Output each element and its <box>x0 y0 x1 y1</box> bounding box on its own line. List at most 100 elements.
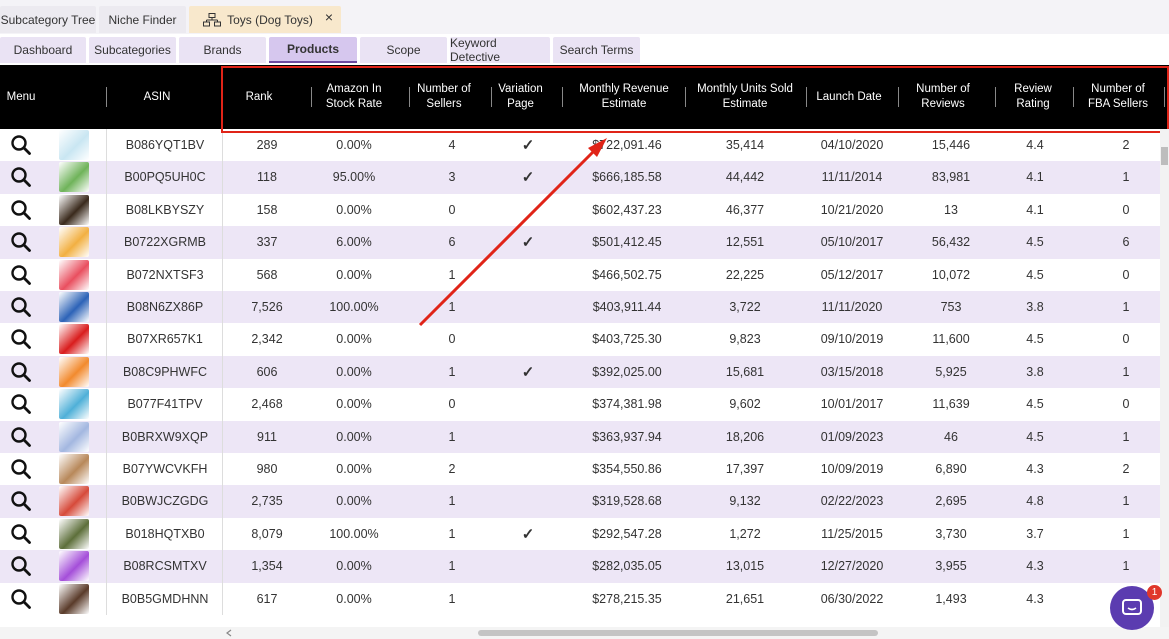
search-icon[interactable] <box>0 323 42 355</box>
product-thumbnail[interactable] <box>52 518 96 550</box>
product-image[interactable] <box>59 421 89 452</box>
scrollbar-thumb[interactable] <box>1161 147 1168 165</box>
check-icon: ✓ <box>521 234 535 252</box>
search-icon[interactable] <box>0 194 42 226</box>
search-icon[interactable] <box>0 291 42 323</box>
nav-tab-brands[interactable]: Brands <box>179 37 266 63</box>
nav-tab-search-terms[interactable]: Search Terms <box>553 37 640 63</box>
column-header-asin[interactable]: ASIN <box>108 65 206 129</box>
nav-tab-scope[interactable]: Scope <box>360 37 447 63</box>
stock-rate-cell: 100.00% <box>329 526 379 541</box>
search-icon[interactable] <box>0 161 42 193</box>
table-row[interactable]: B0722XGRMB 337 6.00% 6 ✓ $501,412.45 12,551 05/… <box>0 226 1160 259</box>
tab-subcategory-tree[interactable]: Subcategory Tree <box>0 6 96 33</box>
search-icon[interactable] <box>0 550 42 582</box>
product-thumbnail[interactable] <box>52 259 96 291</box>
stock-rate-cell: 0.00% <box>336 494 372 509</box>
table-row[interactable]: B07XR657K1 2,342 0.00% 0 $403,725.30 9,823 09/… <box>0 323 1160 356</box>
column-header-units[interactable]: Monthly Units Sold Estimate <box>690 65 800 129</box>
product-thumbnail[interactable] <box>52 291 96 323</box>
search-icon[interactable] <box>0 421 42 453</box>
column-header-reviews[interactable]: Number of Reviews <box>906 65 980 129</box>
table-row[interactable]: B077F41TPV 2,468 0.00% 0 $374,381.98 9,602 10/… <box>0 388 1160 421</box>
units-cell: 9,823 <box>729 332 761 347</box>
product-thumbnail[interactable] <box>52 421 96 453</box>
fba-sellers-cell: 2 <box>1122 462 1130 476</box>
reviews-cell: 6,890 <box>935 462 967 476</box>
product-image[interactable] <box>59 454 89 484</box>
nav-tab-subcategories[interactable]: Subcategories <box>89 37 176 63</box>
horizontal-scrollbar[interactable] <box>0 627 1169 639</box>
product-thumbnail[interactable] <box>52 453 96 485</box>
column-header-rating[interactable]: Review Rating <box>1003 65 1063 129</box>
product-thumbnail[interactable] <box>52 129 96 161</box>
product-thumbnail[interactable] <box>52 356 96 388</box>
product-image[interactable] <box>59 518 89 549</box>
product-image[interactable] <box>59 551 89 582</box>
column-header-rank[interactable]: Rank <box>222 65 296 129</box>
table-row[interactable]: B086YQT1BV 289 0.00% 4 ✓ $722,091.46 35,414 04/… <box>0 129 1160 162</box>
table-row[interactable]: B0BWJCZGDG 2,735 0.00% 1 $319,528.68 9,132 02/… <box>0 485 1160 518</box>
product-thumbnail[interactable] <box>52 485 96 517</box>
column-header-stock-rate[interactable]: Amazon In Stock Rate <box>318 65 390 129</box>
product-thumbnail[interactable] <box>52 388 96 420</box>
scrollbar-thumb[interactable] <box>478 630 878 636</box>
fba-sellers-cell: 1 <box>1122 429 1130 444</box>
table-row[interactable]: B08C9PHWFC 606 0.00% 1 ✓ $392,025.00 15,681 03/… <box>0 355 1160 389</box>
product-thumbnail[interactable] <box>52 323 96 355</box>
search-icon[interactable] <box>0 485 42 517</box>
product-image[interactable] <box>59 486 89 517</box>
table-row[interactable]: B07YWCVKFH 980 0.00% 2 $354,550.86 17,397 10/0… <box>0 453 1160 486</box>
table-row[interactable]: B018HQTXB0 8,079 100.00% 1 ✓ $292,547.28 1,272… <box>0 517 1160 551</box>
table-row[interactable]: B08LKBYSZY 158 0.00% 0 $602,437.23 46,377 10/2… <box>0 193 1160 227</box>
rank-cell: 606 <box>256 364 278 379</box>
search-icon[interactable] <box>0 453 42 485</box>
nav-tab-dashboard[interactable]: Dashboard <box>0 37 86 63</box>
table-row[interactable]: B00PQ5UH0C 118 95.00% 3 ✓ $666,185.58 44,442 11… <box>0 161 1160 194</box>
rank-cell: 158 <box>256 202 278 217</box>
search-icon[interactable] <box>0 583 42 615</box>
scroll-left-icon[interactable] <box>225 629 233 637</box>
search-icon[interactable] <box>0 129 42 161</box>
product-thumbnail[interactable] <box>52 194 96 226</box>
product-image[interactable] <box>59 259 89 290</box>
product-image[interactable] <box>59 194 89 225</box>
table-row[interactable]: B072NXTSF3 568 0.00% 1 $466,502.75 22,225 05/1… <box>0 258 1160 291</box>
nav-tab-keyword-detective[interactable]: Keyword Detective <box>450 36 550 64</box>
product-image[interactable] <box>59 162 89 193</box>
rank-cell: 1,354 <box>251 559 283 574</box>
table-row[interactable]: B08N6ZX86P 7,526 100.00% 1 $403,911.44 3,722 1… <box>0 291 1160 324</box>
revenue-cell: $602,437.23 <box>592 202 662 217</box>
vertical-scrollbar[interactable] <box>1160 129 1169 627</box>
product-image[interactable] <box>59 389 89 420</box>
table-row[interactable]: B0BRXW9XQP 911 0.00% 1 $363,937.94 18,206 01/0… <box>0 420 1160 453</box>
search-icon[interactable] <box>0 259 42 291</box>
product-image[interactable] <box>59 292 89 322</box>
fba-sellers-cell: 0 <box>1122 267 1130 282</box>
tab-niche-finder[interactable]: Niche Finder <box>99 6 186 33</box>
product-image[interactable] <box>59 583 89 614</box>
product-thumbnail[interactable] <box>52 550 96 582</box>
table-row[interactable]: B08RCSMTXV 1,354 0.00% 1 $282,035.05 13,015 12… <box>0 550 1160 583</box>
product-thumbnail[interactable] <box>52 161 96 193</box>
column-header-fba-sellers[interactable]: Number of FBA Sellers <box>1080 65 1156 129</box>
search-icon[interactable] <box>0 388 42 420</box>
table-row[interactable]: B0B5GMDHNN 617 0.00% 1 $278,215.35 21,651 06/3… <box>0 582 1160 615</box>
column-header-variation[interactable]: Variation Page <box>493 65 548 129</box>
product-image[interactable] <box>59 130 89 160</box>
column-header-menu[interactable]: Menu <box>0 65 42 129</box>
product-image[interactable] <box>59 356 89 387</box>
close-icon[interactable]: × <box>325 9 333 25</box>
search-icon[interactable] <box>0 518 42 550</box>
product-image[interactable] <box>59 324 89 355</box>
product-thumbnail[interactable] <box>52 226 96 258</box>
search-icon[interactable] <box>0 356 42 388</box>
tab-toys-dog-toys[interactable]: Toys (Dog Toys) × <box>189 6 341 33</box>
column-header-launch-date[interactable]: Launch Date <box>808 65 890 129</box>
product-thumbnail[interactable] <box>52 583 96 615</box>
product-image[interactable] <box>59 227 89 258</box>
column-header-sellers[interactable]: Number of Sellers <box>412 65 476 129</box>
search-icon[interactable] <box>0 226 42 258</box>
column-header-revenue[interactable]: Monthly Revenue Estimate <box>568 65 680 129</box>
nav-tab-products[interactable]: Products <box>269 37 357 63</box>
